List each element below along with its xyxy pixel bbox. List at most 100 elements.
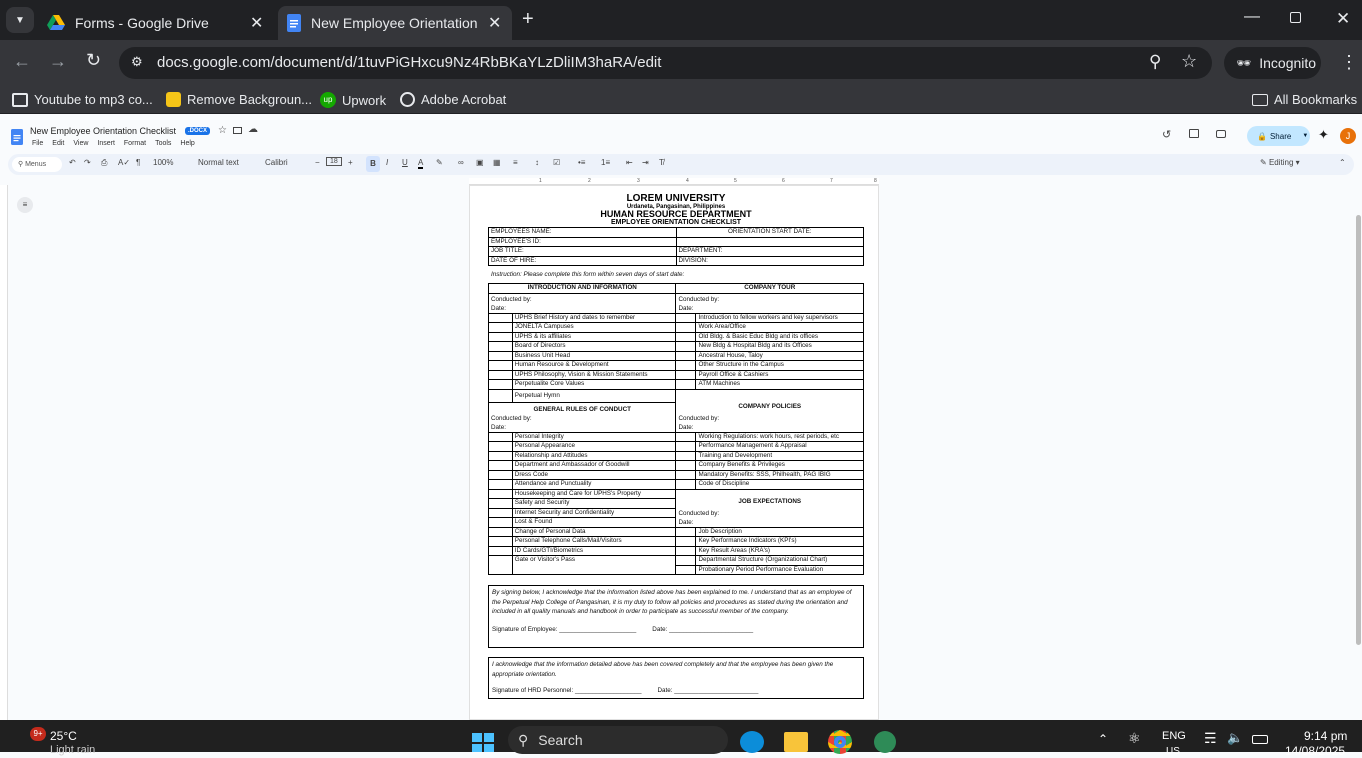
move-icon[interactable] <box>233 127 242 134</box>
menu-view[interactable]: View <box>73 140 88 147</box>
weather-temp[interactable]: 25°C <box>50 729 77 743</box>
restore-icon[interactable] <box>1290 12 1301 23</box>
bookmark-upwork[interactable]: up Upwork <box>320 92 386 108</box>
hrd-signature-line[interactable]: Signature of HRD Personnel: ____________… <box>492 686 642 696</box>
date-line[interactable]: Date: ________________________ <box>658 686 759 696</box>
info-field[interactable]: EMPLOYEE'S ID: <box>488 236 677 247</box>
checkbox-cell[interactable] <box>675 312 697 323</box>
vertical-scrollbar[interactable] <box>1356 215 1361 645</box>
checkbox-cell[interactable] <box>488 555 513 575</box>
menu-tools[interactable]: Tools <box>155 140 171 147</box>
cloud-icon[interactable]: ☁ <box>248 124 258 135</box>
checkbox-cell[interactable] <box>488 460 513 471</box>
highlight-icon[interactable]: ✎ <box>436 158 443 167</box>
doc-title[interactable]: New Employee Orientation Checklist <box>30 126 176 136</box>
minimize-icon[interactable]: — <box>1244 8 1260 26</box>
menu-insert[interactable]: Insert <box>97 140 115 147</box>
info-field[interactable]: EMPLOYEES NAME: <box>488 227 677 238</box>
spellcheck-icon[interactable]: A✓ <box>118 158 130 167</box>
menu-help[interactable]: Help <box>180 140 194 147</box>
maps-icon[interactable] <box>874 731 896 753</box>
close-icon[interactable]: ✕ <box>488 13 501 33</box>
undo-icon[interactable]: ↶ <box>69 158 76 167</box>
checkbox-cell[interactable] <box>675 369 697 380</box>
checkbox-cell[interactable] <box>488 441 513 452</box>
paint-format-icon[interactable]: ¶ <box>136 158 140 167</box>
checkbox-cell[interactable] <box>675 322 697 333</box>
document-page[interactable]: LOREM UNIVERSITY Urdaneta, Pangasinan, P… <box>469 185 879 720</box>
bulleted-list-icon[interactable]: •≡ <box>578 158 585 167</box>
checkbox-cell[interactable] <box>488 331 513 342</box>
checkbox-cell[interactable] <box>488 469 513 480</box>
clear-formatting-icon[interactable]: T̸ <box>659 158 664 167</box>
checkbox-cell[interactable] <box>488 517 513 528</box>
close-icon[interactable]: ✕ <box>250 13 263 33</box>
tab-new-employee-orientation[interactable]: New Employee Orientation Che ✕ <box>278 6 512 40</box>
menus-search[interactable]: ⚲ Menus <box>12 157 62 172</box>
vertical-ruler[interactable] <box>0 185 8 720</box>
link-icon[interactable]: ∞ <box>458 158 464 167</box>
checkbox-cell[interactable] <box>488 388 513 403</box>
signature-row[interactable]: Signature of HRD Personnel: ____________… <box>492 686 860 696</box>
font-size-input[interactable]: 18 <box>326 157 342 166</box>
menu-file[interactable]: File <box>32 140 43 147</box>
share-button[interactable]: 🔒 Share ▼ <box>1247 126 1310 146</box>
checkbox-cell[interactable] <box>675 441 697 452</box>
language-label[interactable]: ENG <box>1162 730 1186 742</box>
bookmark-star-icon[interactable]: ☆ <box>1181 51 1197 72</box>
text-color-icon[interactable]: A <box>418 158 424 169</box>
style-select[interactable]: Normal text <box>198 158 239 167</box>
increase-size-icon[interactable]: + <box>348 158 353 167</box>
checkbox-cell[interactable] <box>488 450 513 461</box>
browser-menu-icon[interactable]: ⋮ <box>1340 52 1358 73</box>
checkbox-cell[interactable] <box>488 369 513 380</box>
weather-desc[interactable]: Light rain <box>50 744 95 756</box>
checkbox-cell[interactable] <box>488 545 513 556</box>
taskbar-search[interactable]: ⚲ Search <box>508 726 728 754</box>
checkbox-cell[interactable] <box>488 312 513 323</box>
all-bookmarks[interactable]: All Bookmarks <box>1252 92 1357 107</box>
checkbox-cell[interactable] <box>488 488 513 499</box>
checkbox-cell[interactable] <box>488 350 513 361</box>
info-field[interactable]: JOB TITLE: <box>488 246 677 257</box>
avatar[interactable]: J <box>1340 128 1356 144</box>
clock-time[interactable]: 9:14 pm <box>1304 729 1347 743</box>
bookmark-remove-background[interactable]: Remove Backgroun... <box>166 92 312 107</box>
decrease-indent-icon[interactable]: ⇤ <box>626 158 633 167</box>
signature-row[interactable]: Signature of Employee: _________________… <box>492 625 860 635</box>
zoom-select[interactable]: 100% <box>153 158 173 167</box>
checkbox-cell[interactable] <box>675 460 697 471</box>
new-tab-icon[interactable]: + <box>522 8 534 31</box>
numbered-list-icon[interactable]: 1≡ <box>601 158 610 167</box>
url-text[interactable]: docs.google.com/document/d/1tuvPiGHxcu9N… <box>157 54 661 71</box>
comments-icon[interactable] <box>1189 129 1199 138</box>
menu-format[interactable]: Format <box>124 140 146 147</box>
comment-add-icon[interactable]: ▣ <box>476 158 484 167</box>
checkbox-cell[interactable] <box>675 564 697 575</box>
print-icon[interactable]: ⎙ <box>101 158 107 168</box>
checkbox-cell[interactable] <box>675 450 697 461</box>
incognito-button[interactable]: 🕶 Incognito <box>1224 47 1321 79</box>
checkbox-cell[interactable] <box>675 379 697 390</box>
checkbox-cell[interactable] <box>675 526 697 537</box>
checkbox-cell[interactable] <box>488 431 513 442</box>
star-icon[interactable]: ☆ <box>218 125 227 136</box>
horizontal-ruler[interactable]: 1 2 3 4 5 6 7 8 <box>469 178 879 185</box>
show-hidden-icons[interactable]: ⌃ <box>1098 732 1108 746</box>
info-field[interactable]: DIVISION: <box>675 255 864 266</box>
volume-icon[interactable]: 🔈 <box>1227 730 1243 746</box>
checkbox-cell[interactable] <box>675 350 697 361</box>
menu-edit[interactable]: Edit <box>52 140 64 147</box>
file-explorer-icon[interactable] <box>784 732 808 752</box>
align-icon[interactable]: ≡ <box>513 158 518 167</box>
info-field[interactable]: ORIENTATION START DATE: <box>675 227 864 238</box>
checklist-icon[interactable]: ☑ <box>553 158 560 167</box>
edge-icon[interactable] <box>740 731 764 753</box>
underline-icon[interactable]: U <box>402 158 408 167</box>
checkbox-cell[interactable] <box>675 331 697 342</box>
checkbox-cell[interactable] <box>675 341 697 352</box>
checkbox-cell[interactable] <box>488 322 513 333</box>
checkbox-cell[interactable] <box>675 479 697 490</box>
gemini-icon[interactable]: ✦ <box>1318 127 1329 143</box>
clock-date[interactable]: 14/08/2025 <box>1285 744 1345 758</box>
